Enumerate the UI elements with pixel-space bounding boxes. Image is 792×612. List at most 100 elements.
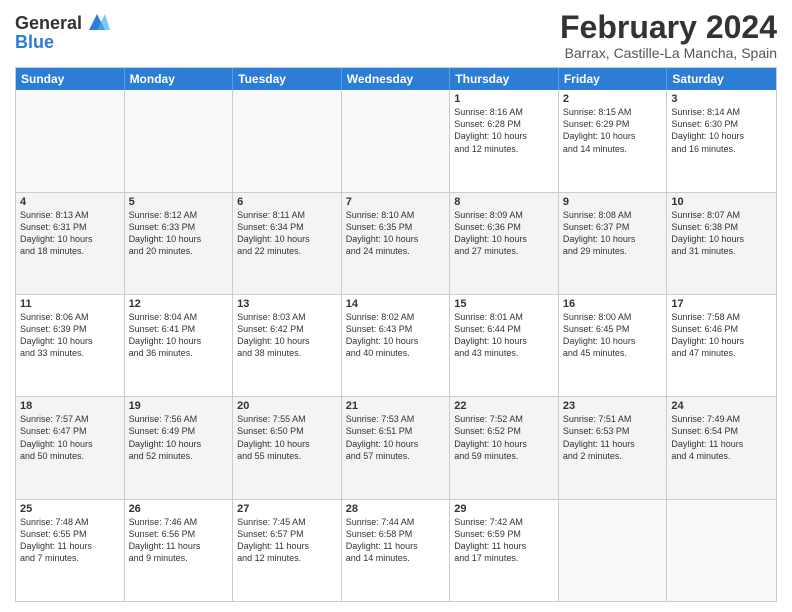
logo: General Blue	[15, 10, 110, 53]
cal-cell-3-5: 23Sunrise: 7:51 AM Sunset: 6:53 PM Dayli…	[559, 397, 668, 498]
cal-cell-0-0	[16, 90, 125, 191]
cal-cell-0-6: 3Sunrise: 8:14 AM Sunset: 6:30 PM Daylig…	[667, 90, 776, 191]
cal-cell-0-2	[233, 90, 342, 191]
cell-sun-info: Sunrise: 7:42 AM Sunset: 6:59 PM Dayligh…	[454, 516, 554, 565]
calendar-body: 1Sunrise: 8:16 AM Sunset: 6:28 PM Daylig…	[16, 90, 776, 601]
header: General Blue February 2024 Barrax, Casti…	[15, 10, 777, 61]
cell-sun-info: Sunrise: 8:08 AM Sunset: 6:37 PM Dayligh…	[563, 209, 663, 258]
cell-date-number: 1	[454, 93, 554, 105]
cal-cell-0-3	[342, 90, 451, 191]
header-day-wednesday: Wednesday	[342, 68, 451, 90]
header-day-thursday: Thursday	[450, 68, 559, 90]
cal-cell-3-3: 21Sunrise: 7:53 AM Sunset: 6:51 PM Dayli…	[342, 397, 451, 498]
cal-cell-2-3: 14Sunrise: 8:02 AM Sunset: 6:43 PM Dayli…	[342, 295, 451, 396]
title-block: February 2024 Barrax, Castille-La Mancha…	[560, 10, 777, 61]
cal-cell-2-1: 12Sunrise: 8:04 AM Sunset: 6:41 PM Dayli…	[125, 295, 234, 396]
cal-cell-3-0: 18Sunrise: 7:57 AM Sunset: 6:47 PM Dayli…	[16, 397, 125, 498]
cell-date-number: 15	[454, 298, 554, 310]
cell-sun-info: Sunrise: 8:06 AM Sunset: 6:39 PM Dayligh…	[20, 311, 120, 360]
cal-cell-4-5	[559, 500, 668, 601]
cal-cell-4-2: 27Sunrise: 7:45 AM Sunset: 6:57 PM Dayli…	[233, 500, 342, 601]
cal-cell-2-4: 15Sunrise: 8:01 AM Sunset: 6:44 PM Dayli…	[450, 295, 559, 396]
cal-cell-0-1	[125, 90, 234, 191]
cell-date-number: 28	[346, 503, 446, 515]
cal-cell-3-4: 22Sunrise: 7:52 AM Sunset: 6:52 PM Dayli…	[450, 397, 559, 498]
cell-date-number: 27	[237, 503, 337, 515]
cell-sun-info: Sunrise: 8:12 AM Sunset: 6:33 PM Dayligh…	[129, 209, 229, 258]
cell-sun-info: Sunrise: 7:49 AM Sunset: 6:54 PM Dayligh…	[671, 413, 772, 462]
cell-date-number: 11	[20, 298, 120, 310]
cal-cell-4-1: 26Sunrise: 7:46 AM Sunset: 6:56 PM Dayli…	[125, 500, 234, 601]
month-year-title: February 2024	[560, 10, 777, 45]
header-day-sunday: Sunday	[16, 68, 125, 90]
cal-cell-1-4: 8Sunrise: 8:09 AM Sunset: 6:36 PM Daylig…	[450, 193, 559, 294]
cell-sun-info: Sunrise: 7:57 AM Sunset: 6:47 PM Dayligh…	[20, 413, 120, 462]
cell-sun-info: Sunrise: 8:16 AM Sunset: 6:28 PM Dayligh…	[454, 106, 554, 155]
cell-date-number: 12	[129, 298, 229, 310]
cal-cell-4-3: 28Sunrise: 7:44 AM Sunset: 6:58 PM Dayli…	[342, 500, 451, 601]
calendar: SundayMondayTuesdayWednesdayThursdayFrid…	[15, 67, 777, 602]
cell-sun-info: Sunrise: 7:55 AM Sunset: 6:50 PM Dayligh…	[237, 413, 337, 462]
header-day-monday: Monday	[125, 68, 234, 90]
cell-date-number: 23	[563, 400, 663, 412]
cell-sun-info: Sunrise: 7:56 AM Sunset: 6:49 PM Dayligh…	[129, 413, 229, 462]
calendar-row-3: 18Sunrise: 7:57 AM Sunset: 6:47 PM Dayli…	[16, 396, 776, 498]
cell-date-number: 3	[671, 93, 772, 105]
cell-sun-info: Sunrise: 8:00 AM Sunset: 6:45 PM Dayligh…	[563, 311, 663, 360]
cell-sun-info: Sunrise: 7:52 AM Sunset: 6:52 PM Dayligh…	[454, 413, 554, 462]
header-day-friday: Friday	[559, 68, 668, 90]
cell-date-number: 22	[454, 400, 554, 412]
calendar-row-2: 11Sunrise: 8:06 AM Sunset: 6:39 PM Dayli…	[16, 294, 776, 396]
cell-sun-info: Sunrise: 8:11 AM Sunset: 6:34 PM Dayligh…	[237, 209, 337, 258]
cal-cell-4-6	[667, 500, 776, 601]
cal-cell-4-0: 25Sunrise: 7:48 AM Sunset: 6:55 PM Dayli…	[16, 500, 125, 601]
cell-date-number: 8	[454, 196, 554, 208]
cal-cell-1-2: 6Sunrise: 8:11 AM Sunset: 6:34 PM Daylig…	[233, 193, 342, 294]
header-day-saturday: Saturday	[667, 68, 776, 90]
cell-sun-info: Sunrise: 7:53 AM Sunset: 6:51 PM Dayligh…	[346, 413, 446, 462]
cell-sun-info: Sunrise: 7:58 AM Sunset: 6:46 PM Dayligh…	[671, 311, 772, 360]
calendar-row-0: 1Sunrise: 8:16 AM Sunset: 6:28 PM Daylig…	[16, 90, 776, 191]
location-subtitle: Barrax, Castille-La Mancha, Spain	[560, 45, 777, 61]
cal-cell-1-5: 9Sunrise: 8:08 AM Sunset: 6:37 PM Daylig…	[559, 193, 668, 294]
logo-general-text: General	[15, 13, 82, 34]
cell-sun-info: Sunrise: 8:13 AM Sunset: 6:31 PM Dayligh…	[20, 209, 120, 258]
calendar-row-1: 4Sunrise: 8:13 AM Sunset: 6:31 PM Daylig…	[16, 192, 776, 294]
cal-cell-2-0: 11Sunrise: 8:06 AM Sunset: 6:39 PM Dayli…	[16, 295, 125, 396]
cell-sun-info: Sunrise: 7:45 AM Sunset: 6:57 PM Dayligh…	[237, 516, 337, 565]
cell-date-number: 25	[20, 503, 120, 515]
cell-sun-info: Sunrise: 8:10 AM Sunset: 6:35 PM Dayligh…	[346, 209, 446, 258]
cell-date-number: 16	[563, 298, 663, 310]
cell-date-number: 4	[20, 196, 120, 208]
cell-date-number: 5	[129, 196, 229, 208]
cell-sun-info: Sunrise: 8:04 AM Sunset: 6:41 PM Dayligh…	[129, 311, 229, 360]
cal-cell-1-3: 7Sunrise: 8:10 AM Sunset: 6:35 PM Daylig…	[342, 193, 451, 294]
cell-date-number: 9	[563, 196, 663, 208]
cell-date-number: 19	[129, 400, 229, 412]
cell-sun-info: Sunrise: 8:03 AM Sunset: 6:42 PM Dayligh…	[237, 311, 337, 360]
cell-sun-info: Sunrise: 8:02 AM Sunset: 6:43 PM Dayligh…	[346, 311, 446, 360]
cal-cell-2-6: 17Sunrise: 7:58 AM Sunset: 6:46 PM Dayli…	[667, 295, 776, 396]
page: General Blue February 2024 Barrax, Casti…	[0, 0, 792, 612]
cal-cell-2-5: 16Sunrise: 8:00 AM Sunset: 6:45 PM Dayli…	[559, 295, 668, 396]
cell-date-number: 21	[346, 400, 446, 412]
cal-cell-1-0: 4Sunrise: 8:13 AM Sunset: 6:31 PM Daylig…	[16, 193, 125, 294]
cell-date-number: 14	[346, 298, 446, 310]
cell-sun-info: Sunrise: 8:14 AM Sunset: 6:30 PM Dayligh…	[671, 106, 772, 155]
cell-sun-info: Sunrise: 8:01 AM Sunset: 6:44 PM Dayligh…	[454, 311, 554, 360]
header-day-tuesday: Tuesday	[233, 68, 342, 90]
cell-date-number: 24	[671, 400, 772, 412]
cell-date-number: 10	[671, 196, 772, 208]
cal-cell-3-2: 20Sunrise: 7:55 AM Sunset: 6:50 PM Dayli…	[233, 397, 342, 498]
cal-cell-2-2: 13Sunrise: 8:03 AM Sunset: 6:42 PM Dayli…	[233, 295, 342, 396]
cell-sun-info: Sunrise: 8:09 AM Sunset: 6:36 PM Dayligh…	[454, 209, 554, 258]
cal-cell-3-1: 19Sunrise: 7:56 AM Sunset: 6:49 PM Dayli…	[125, 397, 234, 498]
calendar-header-row: SundayMondayTuesdayWednesdayThursdayFrid…	[16, 68, 776, 90]
cell-sun-info: Sunrise: 8:07 AM Sunset: 6:38 PM Dayligh…	[671, 209, 772, 258]
cell-date-number: 2	[563, 93, 663, 105]
cell-date-number: 20	[237, 400, 337, 412]
cell-sun-info: Sunrise: 8:15 AM Sunset: 6:29 PM Dayligh…	[563, 106, 663, 155]
cell-date-number: 6	[237, 196, 337, 208]
cell-sun-info: Sunrise: 7:44 AM Sunset: 6:58 PM Dayligh…	[346, 516, 446, 565]
cell-sun-info: Sunrise: 7:46 AM Sunset: 6:56 PM Dayligh…	[129, 516, 229, 565]
